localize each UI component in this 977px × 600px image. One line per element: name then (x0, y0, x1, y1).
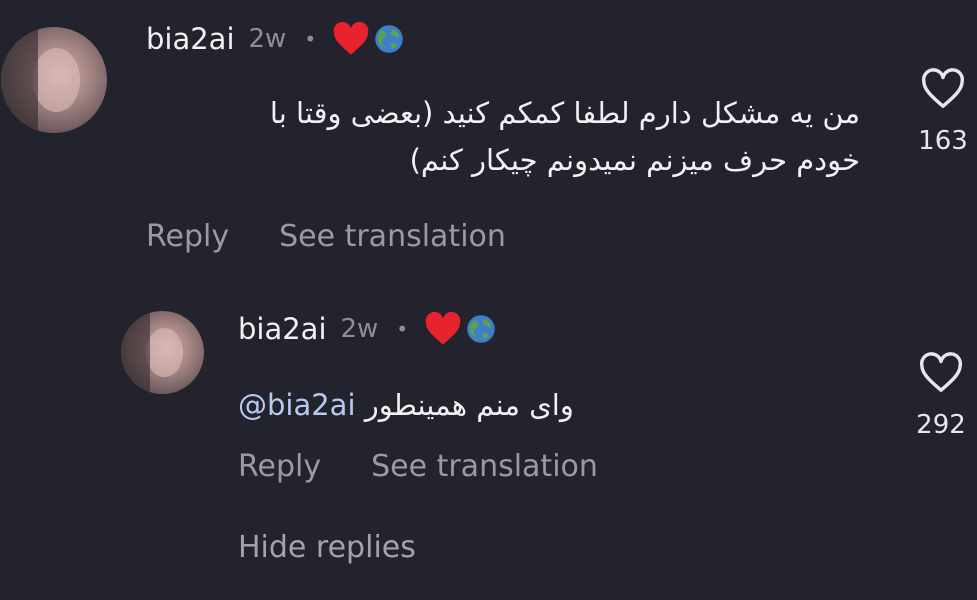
comment-text-line: خودم حرف میزنم نمیدونم چیکار کنم) (409, 143, 860, 177)
username[interactable]: bia2ai (238, 312, 327, 346)
like-control: 292 (906, 352, 976, 440)
separator-dot: • (304, 27, 317, 51)
emoji-group (424, 312, 496, 346)
globe-emoji-icon (467, 315, 495, 343)
mention-link[interactable]: @bia2ai (238, 388, 356, 422)
heart-outline-icon[interactable] (917, 352, 965, 394)
see-translation-button[interactable]: See translation (279, 219, 506, 254)
see-translation-button[interactable]: See translation (371, 449, 598, 484)
emoji-group (332, 22, 404, 56)
timestamp: 2w (340, 314, 379, 344)
reply-button[interactable]: Reply (146, 219, 229, 254)
comment-text: @bia2ai وای منم همینطور (238, 382, 574, 429)
avatar[interactable] (121, 311, 204, 394)
comment-text: من یه مشکل دارم لطفا کمکم کنید (بعضی وقت… (140, 90, 860, 184)
heart-outline-icon[interactable] (919, 68, 967, 110)
heart-emoji-icon (425, 312, 461, 345)
like-count: 163 (918, 126, 968, 156)
heart-emoji-icon (333, 22, 369, 55)
avatar[interactable] (1, 27, 107, 133)
comment-actions: Reply See translation (146, 219, 506, 254)
username[interactable]: bia2ai (146, 22, 235, 56)
timestamp: 2w (248, 24, 287, 54)
like-count: 292 (916, 410, 966, 440)
separator-dot: • (396, 317, 409, 341)
comment-text-line: من یه مشکل دارم لطفا کمکم کنید (بعضی وقت… (269, 96, 860, 130)
comment-header: bia2ai 2w • (238, 312, 496, 346)
globe-emoji-icon (375, 25, 403, 53)
like-control: 163 (908, 68, 977, 156)
reply-button[interactable]: Reply (238, 449, 321, 484)
hide-replies-button[interactable]: Hide replies (238, 530, 416, 565)
comment-text-line: وای منم همینطور (364, 388, 574, 422)
comment-header: bia2ai 2w • (146, 22, 404, 56)
comment-actions: Reply See translation (238, 449, 598, 484)
